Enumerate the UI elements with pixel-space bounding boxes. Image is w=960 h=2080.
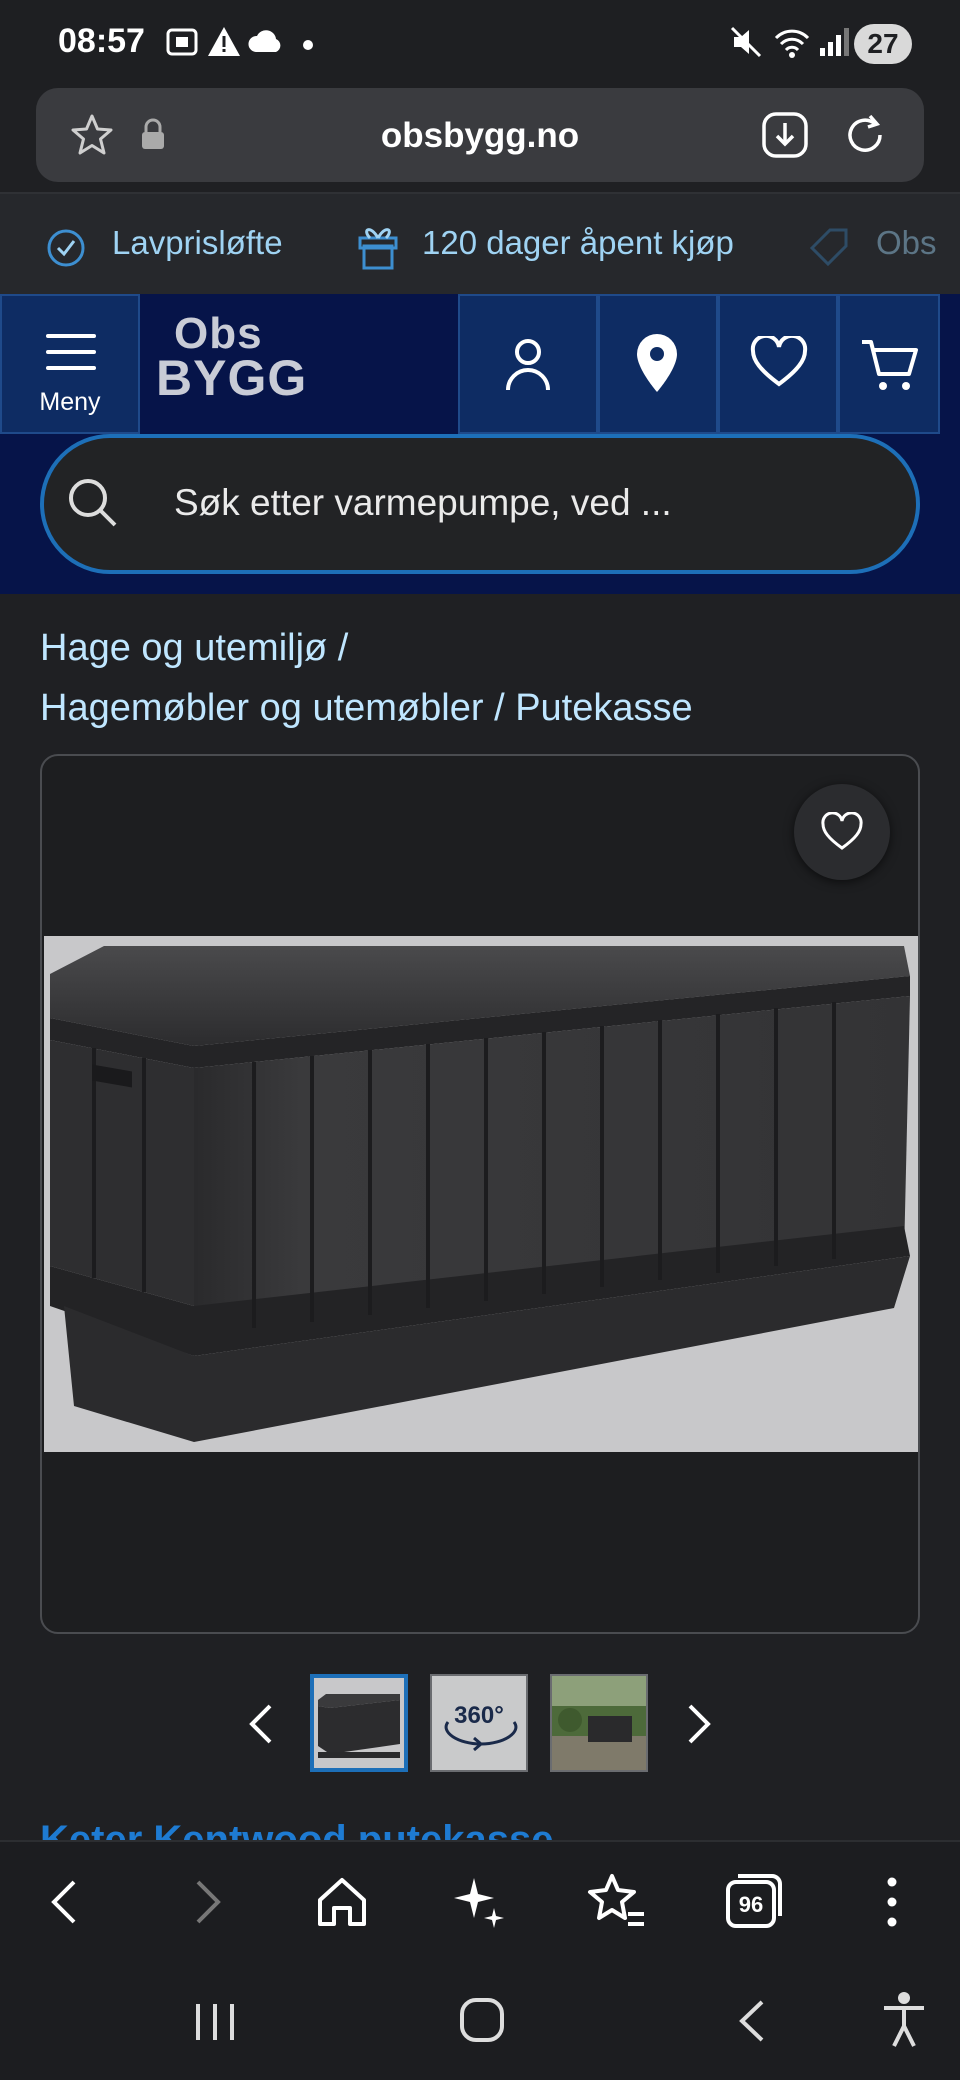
reload-icon[interactable]	[840, 110, 890, 160]
add-to-favorites-button[interactable]	[794, 784, 890, 880]
breadcrumb-line1[interactable]: Hage og utemiljø /	[40, 618, 693, 678]
wifi-icon	[774, 29, 810, 58]
bookmarks-icon[interactable]	[584, 1870, 648, 1934]
product-image[interactable]	[44, 936, 918, 1452]
thumbnail-360-label: 360°	[454, 1702, 504, 1729]
tabs-count: 96	[738, 1892, 764, 1917]
thumbnail-1[interactable]	[310, 1674, 408, 1772]
mute-icon	[730, 26, 762, 58]
location-pin-icon	[637, 334, 677, 392]
promo-strip: Lavprisløfte 120 dager åpent kjøp Obs	[0, 192, 960, 294]
accessibility-icon[interactable]	[880, 1990, 928, 2048]
breadcrumb-separator: /	[494, 687, 505, 729]
heart-icon	[750, 336, 808, 387]
menu-button[interactable]: Meny	[0, 294, 140, 434]
thumbnail-box-image	[318, 1694, 400, 1758]
logo[interactable]: Obs BYGG	[140, 294, 458, 434]
thumbnail-360[interactable]: 360°	[430, 1674, 528, 1772]
battery-indicator: 27	[854, 24, 912, 64]
breadcrumb-line2: Hagemøbler og utemøbler / Putekasse	[40, 678, 693, 738]
back-icon[interactable]	[34, 1870, 98, 1934]
status-time: 08:57	[58, 22, 145, 60]
forward-icon[interactable]	[174, 1870, 238, 1934]
chevron-right-icon[interactable]	[682, 1700, 716, 1748]
warning-icon	[208, 27, 240, 56]
status-bar: 08:57 27	[0, 0, 960, 90]
search-placeholder: Søk etter varmepumpe, ved ...	[174, 482, 672, 523]
recent-apps-icon[interactable]	[190, 2000, 240, 2044]
system-back-icon[interactable]	[732, 1996, 772, 2046]
cloud-icon	[248, 30, 281, 52]
system-home-icon[interactable]	[458, 1996, 506, 2044]
screenshot-icon	[166, 28, 198, 56]
address-bar[interactable]: obsbygg.no	[36, 88, 924, 182]
search-input[interactable]: Søk etter varmepumpe, ved ...	[40, 434, 920, 574]
promo-apent-kjop[interactable]: 120 dager åpent kjøp	[422, 224, 734, 262]
download-icon[interactable]	[760, 110, 810, 160]
breadcrumb: Hage og utemiljø / Hagemøbler og utemøbl…	[40, 618, 693, 738]
breadcrumb-hagemobler[interactable]: Hagemøbler og utemøbler	[40, 687, 484, 729]
home-icon[interactable]	[310, 1870, 374, 1934]
hamburger-icon	[46, 334, 96, 370]
check-circle-icon	[47, 229, 85, 267]
breadcrumb-hage[interactable]: Hage og utemiljø /	[40, 627, 348, 669]
tag-icon	[809, 228, 848, 267]
promo-lavpris[interactable]: Lavprisløfte	[112, 224, 283, 262]
favorites-button[interactable]	[718, 294, 838, 434]
browser-bottom-nav: 96	[0, 1840, 960, 1962]
ai-sparkle-icon[interactable]	[448, 1870, 512, 1934]
product-gallery[interactable]	[40, 754, 920, 1634]
user-icon	[506, 339, 550, 391]
gift-box-icon	[358, 228, 398, 270]
account-button[interactable]	[458, 294, 598, 434]
system-navigation-bar	[0, 1962, 960, 2080]
cart-button[interactable]	[838, 294, 940, 434]
dot-icon	[303, 40, 313, 50]
thumbnail-3[interactable]	[550, 1674, 648, 1772]
storage-box-illustration	[50, 946, 910, 1442]
chevron-left-icon[interactable]	[244, 1700, 278, 1748]
menu-label: Meny	[39, 388, 101, 416]
tabs-button[interactable]: 96	[722, 1868, 786, 1932]
logo-bottom: BYGG	[156, 350, 308, 406]
breadcrumb-putekasse[interactable]: Putekasse	[515, 687, 692, 729]
thumbnail-garden-image	[552, 1676, 646, 1770]
cart-icon	[862, 340, 918, 390]
signal-icon	[820, 28, 849, 56]
promo-obs[interactable]: Obs	[876, 224, 937, 262]
heart-outline-icon	[821, 812, 863, 850]
store-locator-button[interactable]	[598, 294, 718, 434]
more-options-icon[interactable]	[860, 1870, 924, 1934]
search-icon	[69, 479, 117, 527]
